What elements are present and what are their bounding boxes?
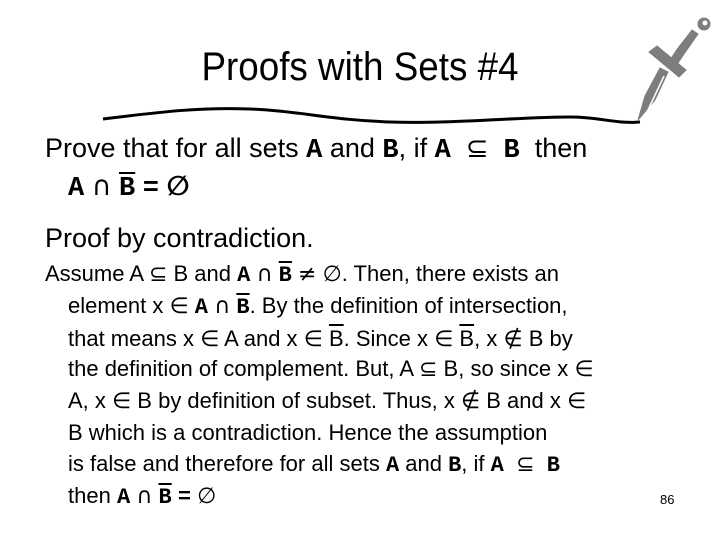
text: Prove that for all sets — [45, 133, 307, 163]
text: element x — [68, 293, 170, 318]
text: B by — [522, 326, 573, 351]
text: B and x — [480, 388, 567, 413]
text: B and — [167, 261, 238, 286]
intersection-symbol: ∩ — [256, 262, 273, 287]
set-b-complement: B — [236, 295, 250, 320]
theorem-line-2: A ∩ B = ∅ — [68, 170, 190, 205]
not-equal-symbol: ≠ — [298, 262, 317, 287]
element-of-symbol: ∈ — [434, 327, 454, 352]
empty-set-symbol: ∅ — [197, 484, 217, 509]
set-a: A — [194, 295, 208, 320]
set-a: A — [237, 263, 251, 288]
text: , x — [474, 326, 504, 351]
subset-symbol: ⊆ — [148, 262, 168, 287]
proof-line-8: then A ∩ B = ∅ — [68, 481, 216, 513]
set-b: B — [546, 453, 560, 478]
text: then — [68, 483, 117, 508]
set-b-complement: B — [119, 174, 136, 204]
set-b-complement: B — [158, 485, 172, 510]
text: that means x — [68, 326, 201, 351]
text: , if — [398, 133, 435, 163]
proof-line-6: B which is a contradiction. Hence the as… — [68, 418, 547, 448]
proof-line-4: the definition of complement. But, A ⊆ B… — [68, 354, 594, 385]
page-number: 86 — [660, 492, 675, 507]
text: . Since x — [343, 326, 435, 351]
text: B which is a contradiction. Hence the as… — [68, 420, 548, 445]
not-element-of-symbol: ∉ — [460, 389, 481, 414]
set-b: B — [448, 453, 462, 478]
text: A and x — [219, 326, 304, 351]
set-b-complement: B — [278, 263, 292, 288]
element-of-symbol: ∈ — [112, 389, 132, 414]
intersection-symbol: ∩ — [214, 294, 231, 319]
empty-set-symbol: ∅ — [322, 262, 342, 287]
proof-line-7: is false and therefore for all sets A an… — [68, 449, 560, 481]
empty-set-symbol: ∅ — [166, 171, 190, 202]
intersection-symbol: ∩ — [136, 484, 153, 509]
theorem-line-1: Prove that for all sets A and B, if A ⊆ … — [45, 132, 587, 167]
text: the definition of complement. But, A — [68, 356, 419, 381]
subset-symbol: ⊆ — [419, 357, 438, 382]
proof-line-3: that means x ∈ A and x ∈ B. Since x ∈ B,… — [68, 324, 573, 355]
set-a: A — [306, 136, 323, 166]
text: then — [527, 133, 588, 163]
text: . Then, there exists an — [341, 261, 560, 286]
subset-symbol: ⊆ — [465, 133, 489, 164]
set-a: A — [490, 453, 504, 478]
text: . By the definition of intersection, — [249, 293, 568, 318]
set-b: B — [503, 136, 520, 166]
element-of-symbol: ∈ — [566, 389, 587, 414]
text: A, x — [68, 388, 113, 413]
element-of-symbol: ∈ — [303, 327, 323, 352]
text: B, so since x — [437, 356, 575, 381]
intersection-symbol: ∩ — [91, 171, 112, 202]
equals-symbol: = — [177, 485, 192, 510]
subset-symbol: ⊆ — [516, 452, 535, 477]
set-b-complement: B — [328, 326, 344, 351]
text: Assume A — [45, 261, 149, 286]
text: B by definition of subset. Thus, x — [131, 388, 461, 413]
element-of-symbol: ∈ — [169, 294, 189, 319]
proof-method: Proof by contradiction. — [45, 223, 314, 253]
set-a: A — [116, 485, 131, 510]
text: , if — [461, 451, 491, 476]
equals-symbol: = — [142, 174, 159, 204]
set-b: B — [382, 136, 399, 166]
set-a: A — [434, 136, 451, 166]
proof-line-5: A, x ∈ B by definition of subset. Thus, … — [68, 386, 586, 417]
element-of-symbol: ∈ — [200, 327, 220, 352]
text: is false and therefore for all sets — [68, 451, 386, 476]
set-b-complement: B — [459, 326, 475, 351]
element-of-symbol: ∈ — [574, 357, 594, 382]
proof-line-1: Assume A ⊆ B and A ∩ B ≠ ∅. Then, there … — [45, 259, 559, 291]
set-a: A — [68, 174, 85, 204]
text: and — [322, 133, 383, 163]
proof-line-2: element x ∈ A ∩ B. By the definition of … — [68, 291, 568, 323]
not-element-of-symbol: ∉ — [503, 327, 523, 352]
set-a: A — [385, 453, 400, 478]
text: and — [399, 451, 449, 476]
